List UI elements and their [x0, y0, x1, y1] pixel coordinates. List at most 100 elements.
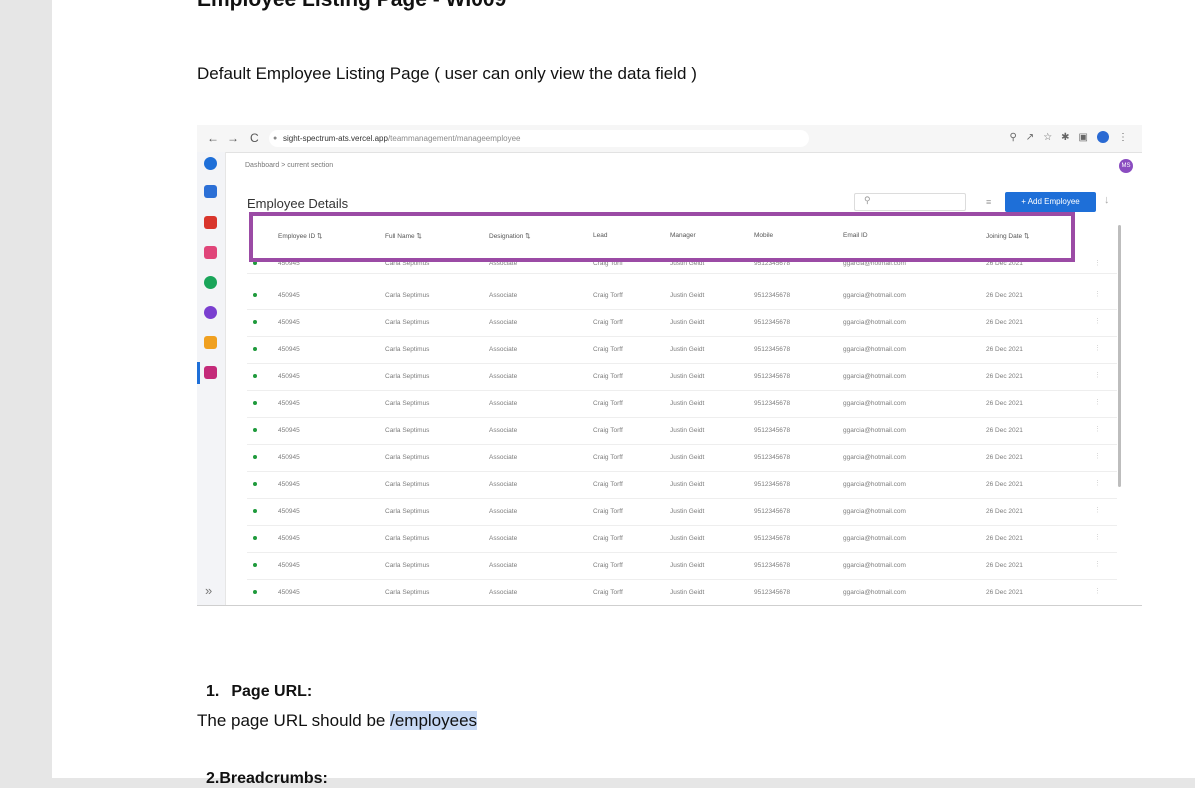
sidepanel-icon[interactable]: ▣ — [1079, 132, 1088, 143]
star-icon[interactable]: ☆ — [1043, 132, 1052, 143]
cell-manager: Justin Geidt — [670, 346, 705, 353]
cell-employee-id: 450945 — [278, 535, 300, 542]
cell-employee-id: 450945 — [278, 508, 300, 515]
cell-mobile: 9512345678 — [754, 373, 791, 380]
cell-email-id: ggarcia@hotmail.com — [843, 292, 906, 299]
table-row[interactable]: 450945 Carla Septimus Associate Craig Torff… — [247, 363, 1117, 391]
cell-employee-id: 450945 — [278, 373, 300, 380]
status-dot — [253, 374, 257, 378]
screenshot-figure: ← → C ● sight-spectrum-ats.vercel.app/te… — [197, 125, 1142, 606]
share-icon[interactable]: ↗ — [1026, 132, 1034, 143]
cell-manager: Justin Geidt — [670, 508, 705, 515]
row-menu-icon[interactable]: ⋮ — [1094, 479, 1101, 487]
row-menu-icon[interactable]: ⋮ — [1094, 344, 1101, 352]
row-menu-icon[interactable]: ⋮ — [1094, 506, 1101, 514]
table-row[interactable]: 450945 Carla Septimus Associate Craig Torff… — [247, 498, 1117, 526]
cell-designation: Associate — [489, 562, 518, 569]
cell-designation: Associate — [489, 454, 518, 461]
back-icon[interactable]: ← — [207, 131, 219, 145]
search-icon: ⚲ — [864, 195, 871, 205]
cell-designation: Associate — [489, 589, 518, 596]
document-page: Employee Listing Page - WI009 Default Em… — [52, 0, 1195, 787]
url-value: /employees — [390, 711, 478, 730]
profile-icon[interactable] — [1097, 131, 1109, 143]
message-icon[interactable] — [204, 246, 217, 259]
table-row[interactable]: 450945 Carla Septimus Associate Craig Torff… — [247, 525, 1117, 553]
dashboard-icon[interactable] — [204, 185, 217, 198]
browser-toolbar: ← → C ● sight-spectrum-ats.vercel.app/te… — [197, 125, 1142, 153]
cell-full-name: Carla Septimus — [385, 562, 430, 569]
cell-mobile: 9512345678 — [754, 508, 791, 515]
download-icon[interactable]: ↓ — [1104, 194, 1110, 206]
cell-full-name: Carla Septimus — [385, 346, 430, 353]
cell-manager: Justin Geidt — [670, 535, 705, 542]
address-bar[interactable]: ● sight-spectrum-ats.vercel.app/teammana… — [269, 130, 809, 147]
zoom-icon[interactable]: ⚲ — [1009, 132, 1016, 143]
cell-designation: Associate — [489, 535, 518, 542]
status-dot — [253, 509, 257, 513]
logo-icon[interactable] — [204, 157, 217, 170]
cell-manager: Justin Geidt — [670, 481, 705, 488]
table-row[interactable]: 450945 Carla Septimus Associate Craig Torff… — [247, 579, 1117, 605]
forward-icon[interactable]: → — [227, 131, 239, 145]
status-dot — [253, 536, 257, 540]
table-row[interactable]: 450945 Carla Septimus Associate Craig Torff… — [247, 336, 1117, 364]
active-indicator — [197, 362, 200, 384]
table-row[interactable]: 450945 Carla Septimus Associate Craig Torff… — [247, 282, 1117, 310]
row-menu-icon[interactable]: ⋮ — [1094, 290, 1101, 298]
status-dot — [253, 320, 257, 324]
row-menu-icon[interactable]: ⋮ — [1094, 452, 1101, 460]
document-icon[interactable] — [204, 216, 217, 229]
cell-employee-id: 450945 — [278, 346, 300, 353]
filter-icon[interactable]: ≡ — [986, 197, 991, 207]
expand-sidebar-icon[interactable]: » — [205, 583, 212, 598]
search-input[interactable]: ⚲ — [854, 193, 966, 211]
folder-icon[interactable] — [204, 336, 217, 349]
table-row[interactable]: 450945 Carla Septimus Associate Craig Torff… — [247, 552, 1117, 580]
table-row[interactable]: 450945 Carla Septimus Associate Craig Torff… — [247, 390, 1117, 418]
status-dot — [253, 401, 257, 405]
table-row[interactable]: 450945 Carla Septimus Associate Craig Torff… — [247, 471, 1117, 499]
avatar[interactable]: MS — [1119, 159, 1133, 173]
row-menu-icon[interactable]: ⋮ — [1094, 371, 1101, 379]
cell-joining-date: 26 Dec 2021 — [986, 292, 1023, 299]
cell-designation: Associate — [489, 292, 518, 299]
row-menu-icon[interactable]: ⋮ — [1094, 317, 1101, 325]
status-dot — [253, 293, 257, 297]
breadcrumb[interactable]: Dashboard > current section — [245, 162, 333, 169]
table-row[interactable]: 450945 Carla Septimus Associate Craig Torff… — [247, 417, 1117, 445]
cell-mobile: 9512345678 — [754, 346, 791, 353]
team-icon[interactable] — [204, 366, 217, 379]
extensions-icon[interactable]: ✱ — [1061, 132, 1069, 143]
cell-mobile: 9512345678 — [754, 319, 791, 326]
cell-joining-date: 26 Dec 2021 — [986, 346, 1023, 353]
scrollbar[interactable] — [1118, 225, 1121, 487]
row-menu-icon[interactable]: ⋮ — [1094, 533, 1101, 541]
cell-mobile: 9512345678 — [754, 481, 791, 488]
table-row[interactable]: 450945 Carla Septimus Associate Craig Torff… — [247, 309, 1117, 337]
section-breadcrumbs: 2.Breadcrumbs: — [206, 770, 328, 788]
menu-icon[interactable]: ⋮ — [1118, 132, 1128, 143]
row-menu-icon[interactable]: ⋮ — [1094, 425, 1101, 433]
cell-manager: Justin Geidt — [670, 373, 705, 380]
row-menu-icon[interactable]: ⋮ — [1094, 259, 1101, 267]
table-row[interactable]: 450945 Carla Septimus Associate Craig Torff… — [247, 444, 1117, 472]
intro-text: Default Employee Listing Page ( user can… — [197, 64, 697, 83]
header-highlight-box — [249, 212, 1075, 262]
cell-email-id: ggarcia@hotmail.com — [843, 589, 906, 596]
cell-joining-date: 26 Dec 2021 — [986, 454, 1023, 461]
cell-lead: Craig Torff — [593, 346, 623, 353]
row-menu-icon[interactable]: ⋮ — [1094, 587, 1101, 595]
user-icon[interactable] — [204, 276, 217, 289]
browser-actions: ⚲ ↗ ☆ ✱ ▣ ⋮ — [1009, 131, 1128, 143]
cell-lead: Craig Torff — [593, 508, 623, 515]
add-employee-button[interactable]: + Add Employee — [1005, 192, 1096, 212]
cell-lead: Craig Torff — [593, 535, 623, 542]
row-menu-icon[interactable]: ⋮ — [1094, 560, 1101, 568]
reload-icon[interactable]: C — [250, 131, 259, 145]
url-requirement: The page URL should be /employees — [197, 711, 478, 731]
row-menu-icon[interactable]: ⋮ — [1094, 398, 1101, 406]
chart-icon[interactable] — [204, 306, 217, 319]
cell-lead: Craig Torff — [593, 373, 623, 380]
cell-lead: Craig Torff — [593, 319, 623, 326]
